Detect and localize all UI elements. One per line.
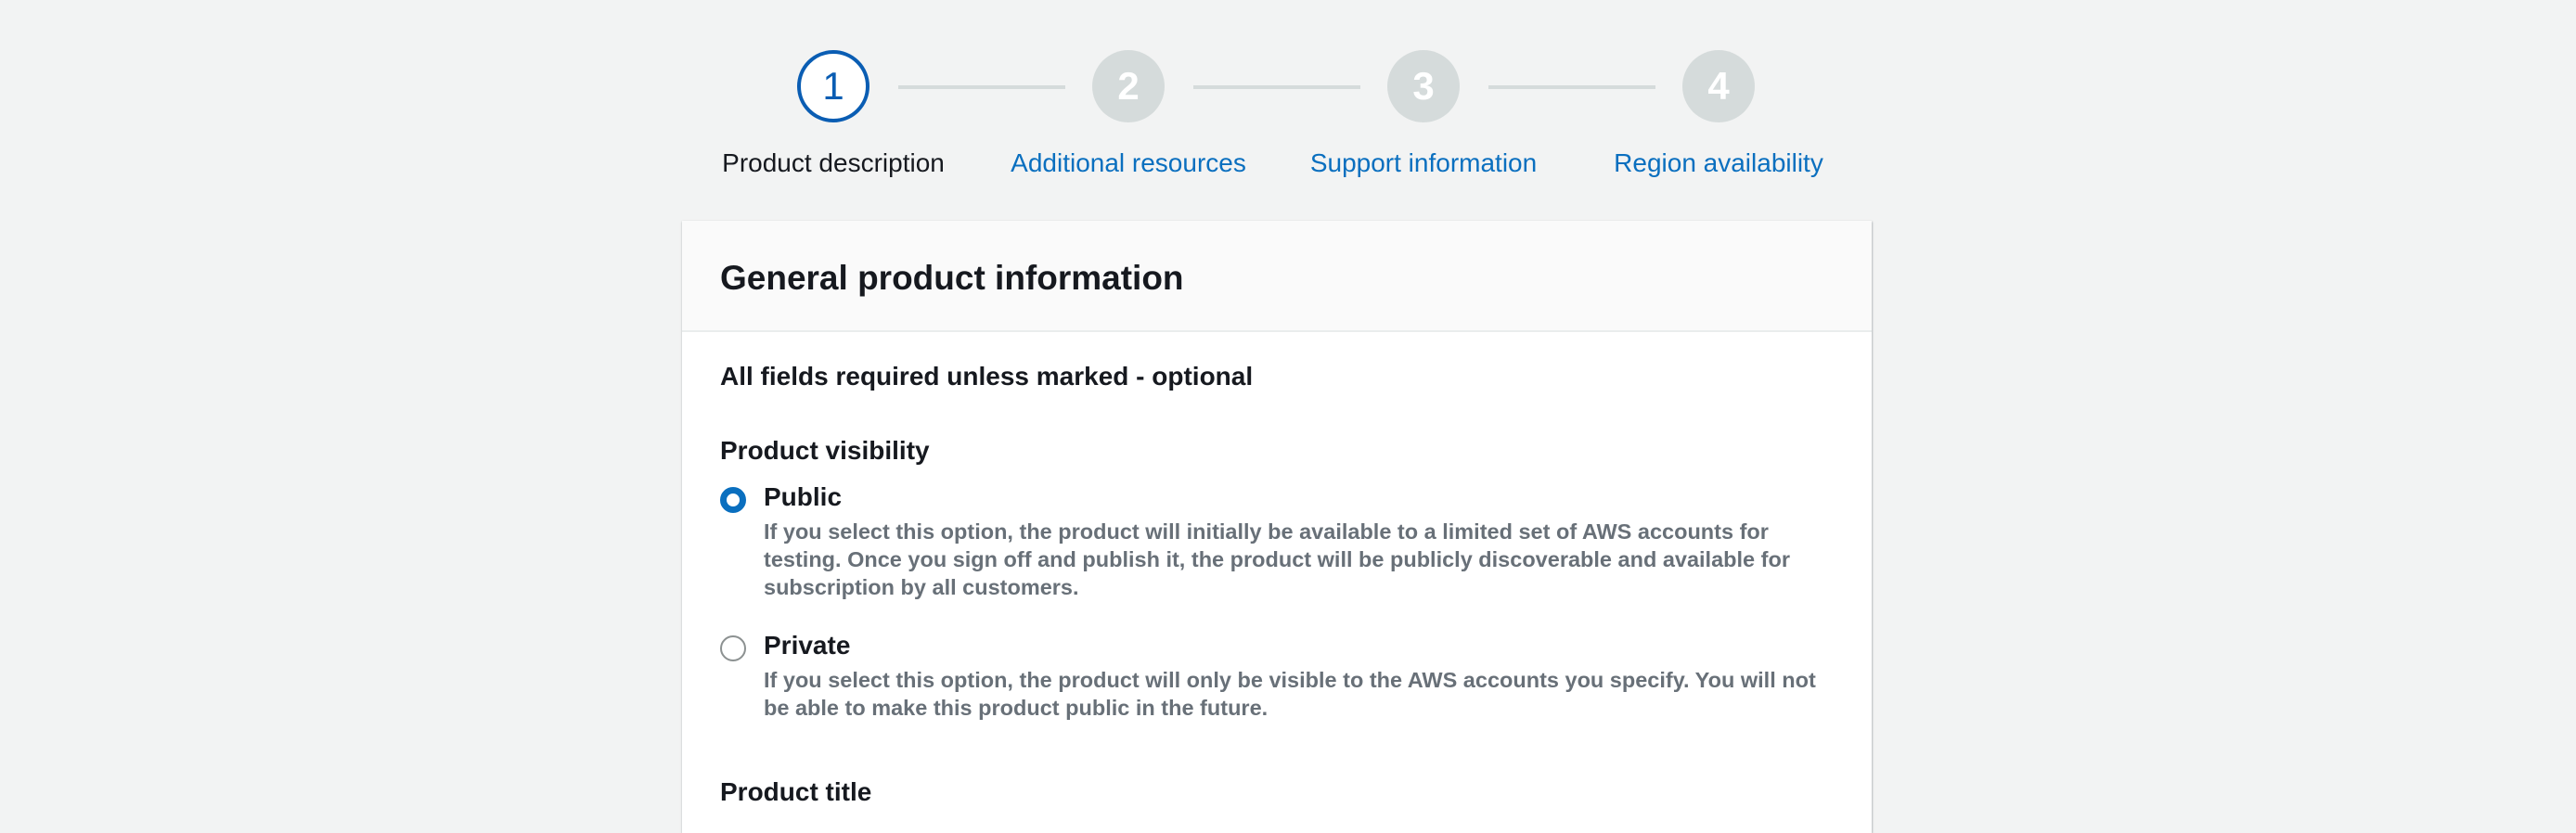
public-radio[interactable] xyxy=(720,487,746,513)
step-3-indicator: 3 xyxy=(1387,50,1460,122)
step-4-indicator: 4 xyxy=(1682,50,1755,122)
step-1-label: Product description xyxy=(722,148,945,177)
private-radio[interactable] xyxy=(720,635,746,661)
card-header: General product information xyxy=(682,221,1872,332)
step-4-link[interactable]: Region availability xyxy=(1614,148,1823,178)
private-option-description: If you select this option, the product w… xyxy=(764,668,1816,720)
step-2-link[interactable]: Additional resources xyxy=(1011,148,1246,178)
step-3-link[interactable]: Support information xyxy=(1310,148,1537,178)
step-1-indicator: 1 xyxy=(797,50,869,122)
product-visibility-label: Product visibility xyxy=(720,436,930,465)
card-title: General product information xyxy=(720,259,1184,297)
general-info-card: General product information All fields r… xyxy=(682,221,1872,833)
public-option-label[interactable]: Public xyxy=(764,482,842,512)
product-title-label: Product title xyxy=(720,777,872,806)
required-fields-note: All fields required unless marked - opti… xyxy=(720,362,1254,391)
progress-stepper: 1 Product description 2 Additional resou… xyxy=(0,0,2576,213)
step-connector xyxy=(898,85,1065,89)
private-option-label[interactable]: Private xyxy=(764,631,850,660)
step-connector xyxy=(1193,85,1360,89)
public-option-description: If you select this option, the product w… xyxy=(764,519,1790,599)
step-2-indicator: 2 xyxy=(1092,50,1165,122)
step-connector xyxy=(1488,85,1655,89)
